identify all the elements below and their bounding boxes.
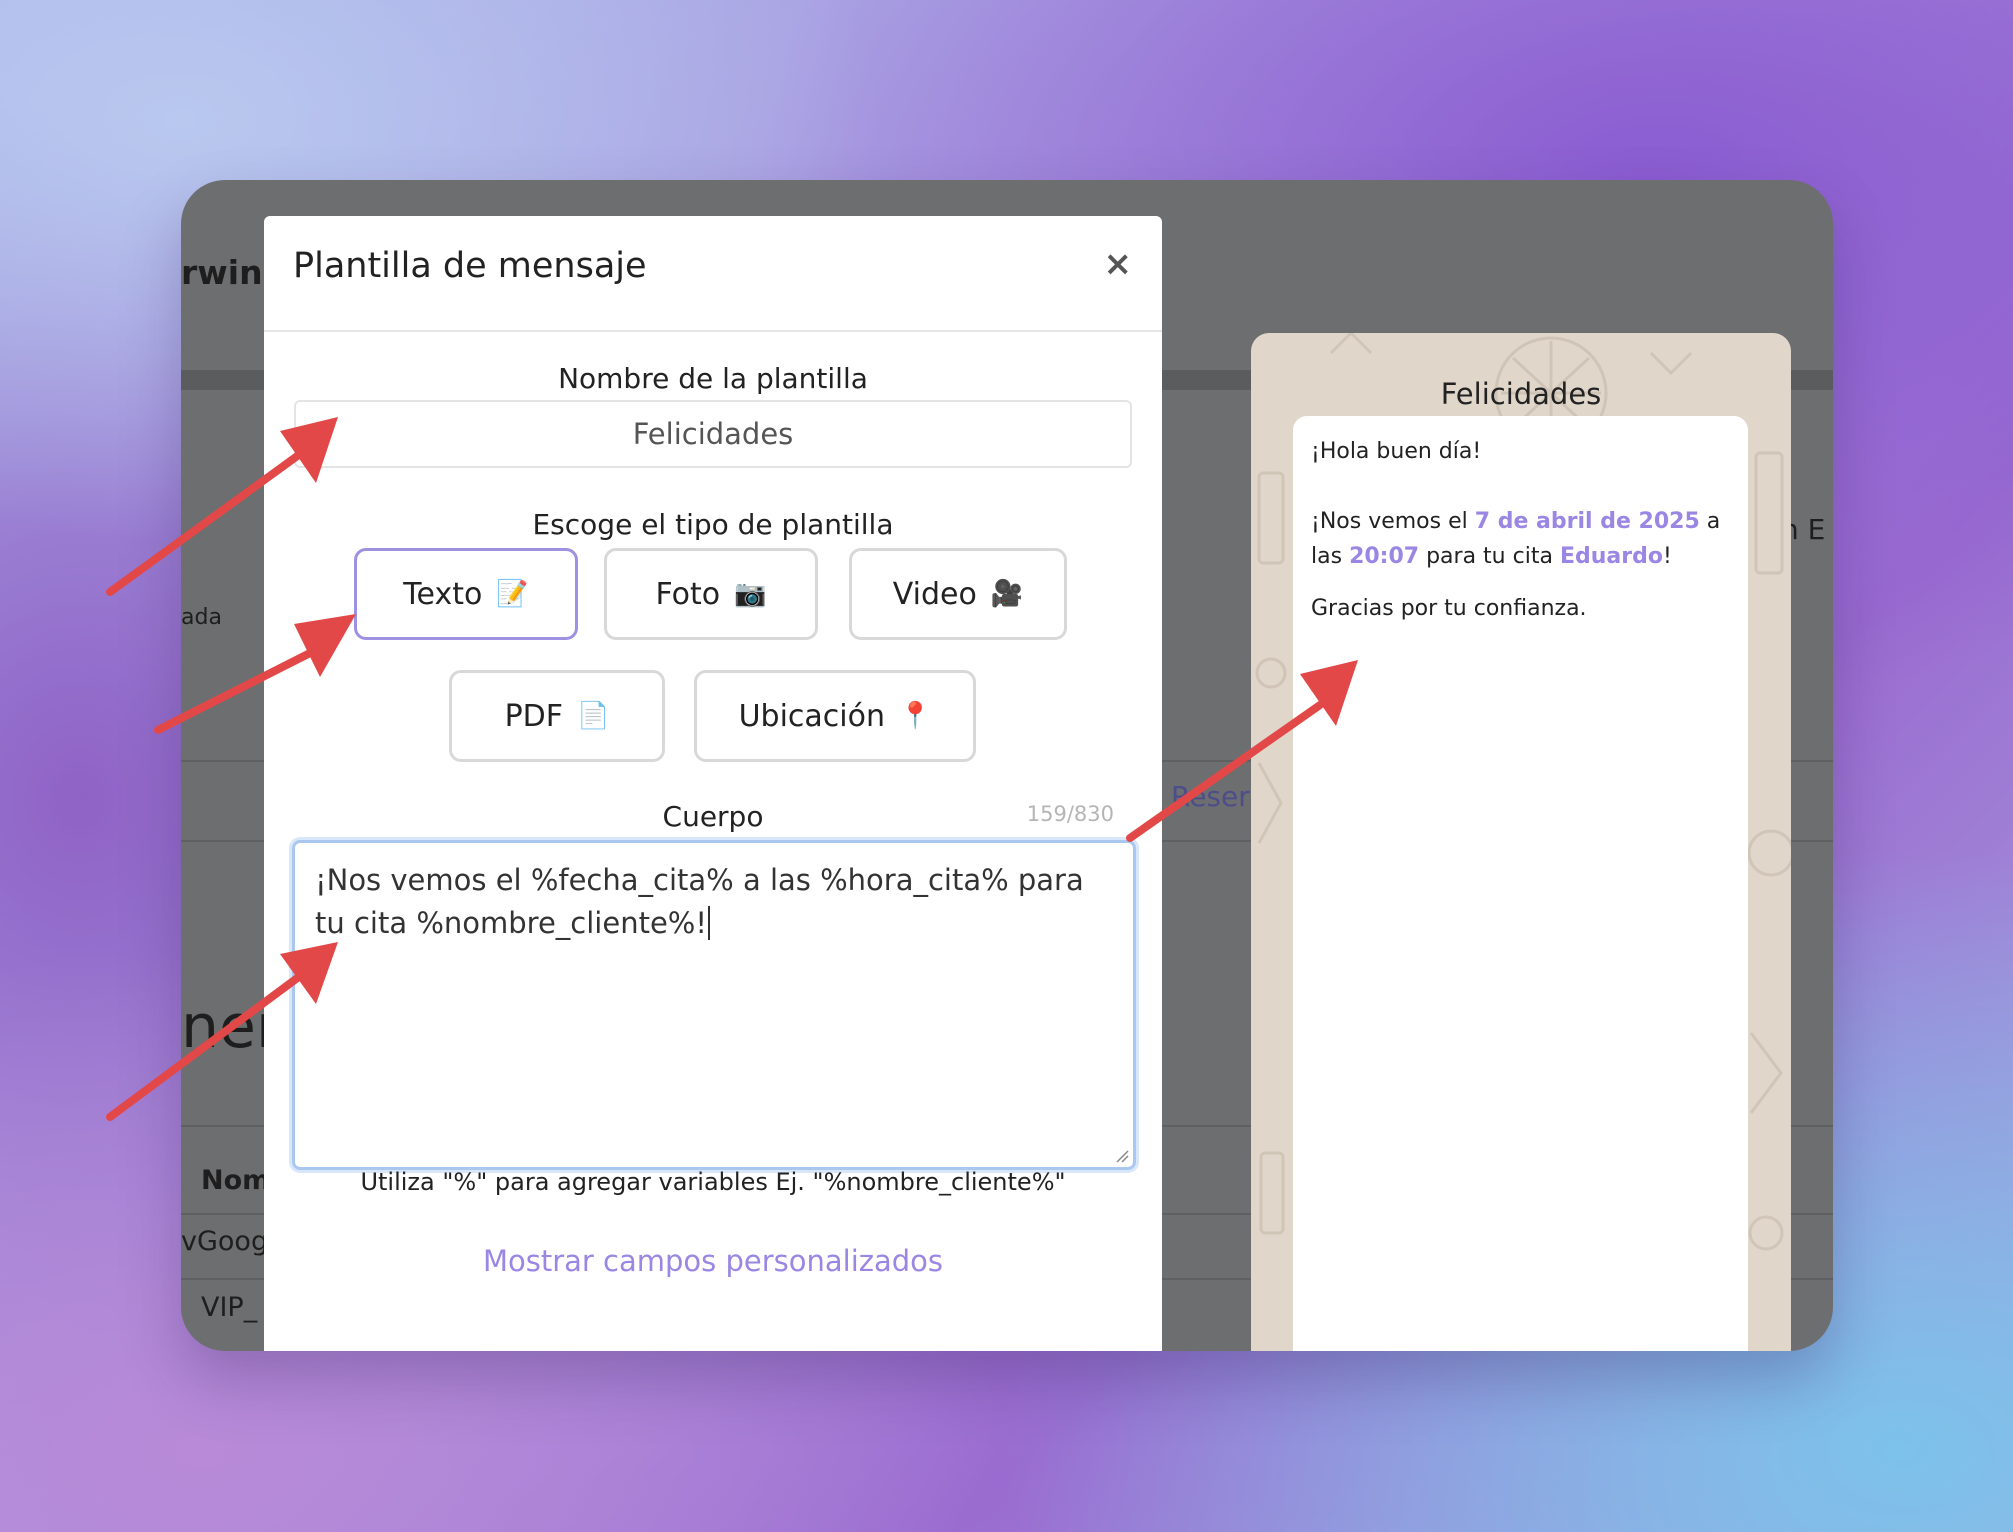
preview-time: 20:07 xyxy=(1349,544,1420,569)
resize-grip-icon[interactable] xyxy=(1115,1149,1129,1163)
camera-icon: 📷 xyxy=(734,579,767,609)
video-camera-icon: 🎥 xyxy=(990,579,1024,609)
type-button-label: Video xyxy=(892,576,977,612)
char-counter: 159/830 xyxy=(1026,802,1114,826)
close-button[interactable]: × xyxy=(1104,244,1133,284)
type-button-label: Ubicación xyxy=(738,698,886,734)
type-button-label: PDF xyxy=(504,698,564,734)
variables-hint: Utiliza "%" para agregar variables Ej. "… xyxy=(360,1168,1066,1196)
preview-text: para tu cita xyxy=(1419,544,1560,569)
bg-table-header: Nom xyxy=(201,1165,271,1196)
preview-title: Felicidades xyxy=(1440,377,1602,411)
template-name-label: Nombre de la plantilla xyxy=(558,362,868,395)
template-name-input[interactable]: Felicidades xyxy=(294,400,1132,468)
body-text: ¡Nos vemos el %fecha_cita% a las %hora_c… xyxy=(315,863,1084,940)
preview-greeting: ¡Hola buen día! xyxy=(1311,439,1482,464)
bg-link-fragment[interactable]: Reser xyxy=(1171,780,1250,813)
preview-closing: Gracias por tu confianza. xyxy=(1311,596,1587,621)
type-button-texto[interactable]: Texto 📝 xyxy=(354,548,578,640)
memo-icon: 📝 xyxy=(496,579,529,609)
template-type-label: Escoge el tipo de plantilla xyxy=(532,508,894,541)
bg-table-row[interactable]: vGoog xyxy=(181,1226,268,1257)
modal-header: Plantilla de mensaje × xyxy=(264,216,1162,332)
preview-text: ¡Nos vemos el xyxy=(1311,509,1475,534)
bg-table-row[interactable]: VIP_ xyxy=(201,1292,257,1323)
message-bubble: ¡Hola buen día! ¡Nos vemos el 7 de abril… xyxy=(1293,416,1748,1351)
type-button-pdf[interactable]: PDF 📄 xyxy=(449,670,665,762)
pin-icon: 📍 xyxy=(899,701,932,731)
type-button-ubicacion[interactable]: Ubicación 📍 xyxy=(694,670,976,762)
app-window: rwinn ada nen Nom vGoog VIP_ Reser n E P… xyxy=(181,180,1833,1351)
preview-text: ! xyxy=(1662,544,1672,569)
message-preview: Felicidades ¡Hola buen día! ¡Nos vemos e… xyxy=(1251,333,1791,1351)
modal-title: Plantilla de mensaje xyxy=(293,246,647,286)
document-icon: 📄 xyxy=(577,701,610,731)
body-textarea[interactable]: ¡Nos vemos el %fecha_cita% a las %hora_c… xyxy=(292,840,1136,1170)
type-button-foto[interactable]: Foto 📷 xyxy=(604,548,818,640)
preview-client: Eduardo xyxy=(1559,544,1663,569)
type-button-label: Foto xyxy=(655,576,721,612)
preview-body: ¡Nos vemos el 7 de abril de 2025 a las 2… xyxy=(1311,504,1730,574)
bg-side-text: ada xyxy=(181,605,222,630)
text-cursor xyxy=(707,906,710,940)
show-custom-fields-link[interactable]: Mostrar campos personalizados xyxy=(264,1244,1162,1278)
template-modal: Plantilla de mensaje × Nombre de la plan… xyxy=(264,216,1162,1351)
type-button-label: Texto xyxy=(403,576,483,612)
type-button-video[interactable]: Video 🎥 xyxy=(849,548,1067,640)
preview-date: 7 de abril de 2025 xyxy=(1474,509,1700,534)
